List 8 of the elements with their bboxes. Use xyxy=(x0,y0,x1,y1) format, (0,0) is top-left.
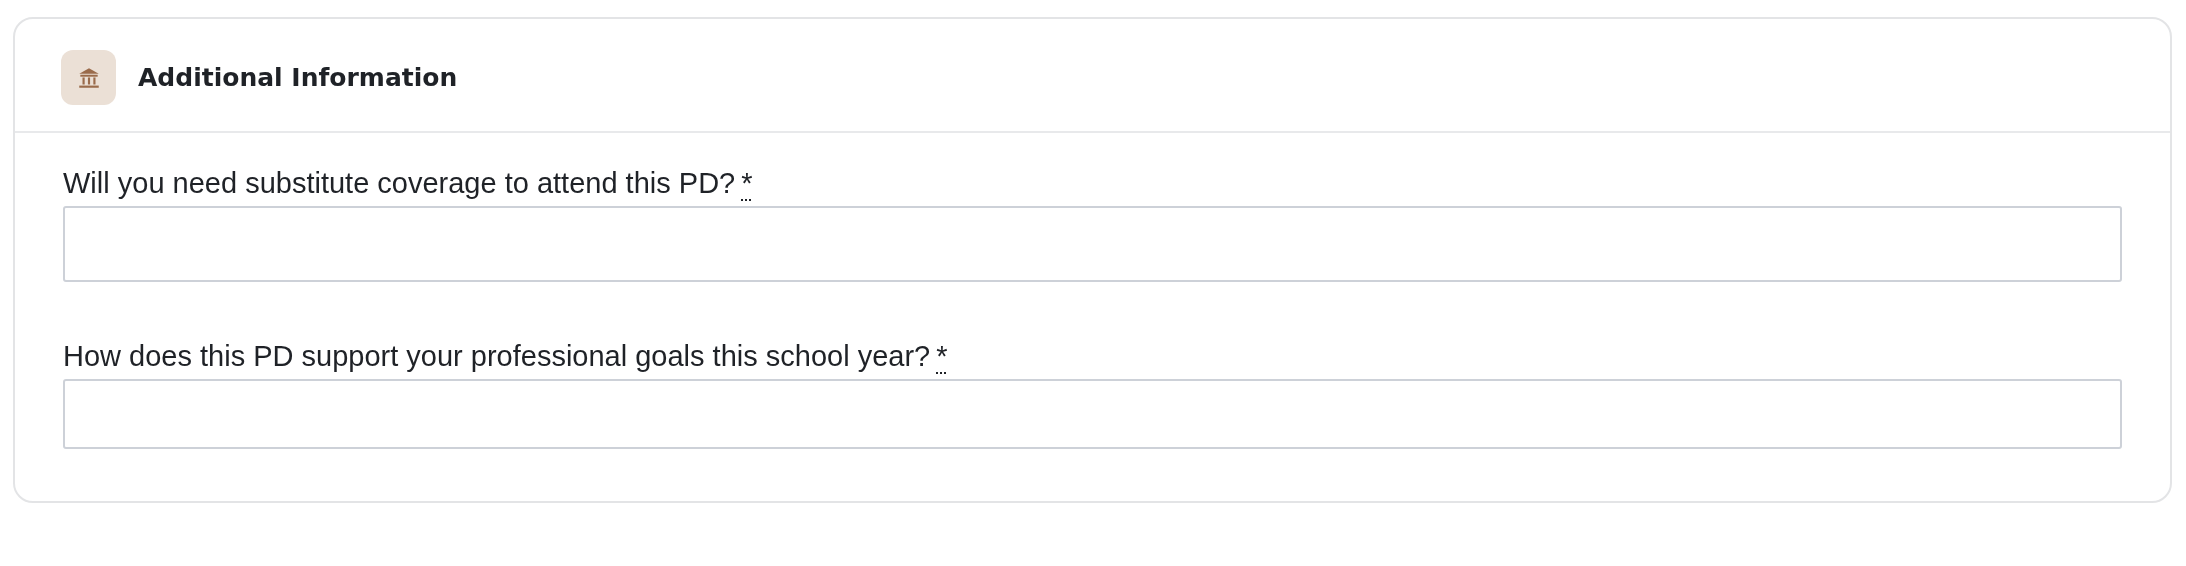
input-field[interactable] xyxy=(63,379,2122,449)
required-mark: * xyxy=(936,340,948,373)
section-title: Additional Information xyxy=(138,63,458,92)
question-label: How does this PD support your professional goals this school year? xyxy=(63,340,931,373)
required-mark: * xyxy=(741,167,753,200)
input-field[interactable] xyxy=(63,206,2122,282)
question-label: Will you need substitute coverage to attend this PD? xyxy=(63,167,736,200)
museum-icon xyxy=(61,50,116,105)
